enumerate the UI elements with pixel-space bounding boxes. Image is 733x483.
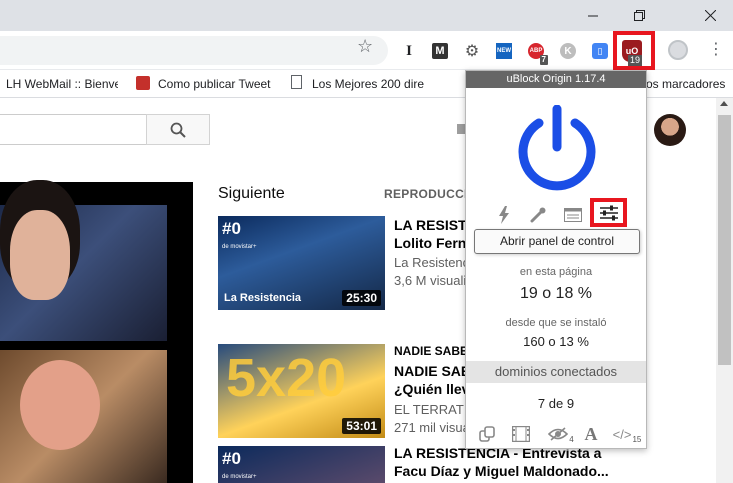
script-code-glyph: </>	[612, 426, 632, 442]
video-title[interactable]: NADIE SABE	[394, 362, 466, 380]
restore-button[interactable]	[616, 0, 662, 31]
dashboard-tooltip: Abrir panel de control	[474, 229, 640, 254]
video-title-line2[interactable]: ¿Quién lleva	[394, 380, 466, 398]
video-channel[interactable]: La Resistenc	[394, 255, 466, 270]
video-duration: 53:01	[342, 418, 381, 434]
chrome-menu-icon[interactable]: ⋮	[708, 41, 724, 59]
bookmark-como-publicar[interactable]: Como publicar Tweet	[158, 77, 274, 91]
this-page-blocked-value: 19 o 18 %	[519, 285, 593, 302]
news-extension-icon[interactable]: NEW	[496, 43, 512, 59]
minimize-icon	[588, 15, 598, 16]
thumb-channel-logo: #0 de movistar+	[222, 219, 257, 251]
thumb-show-tag: La Resistencia	[224, 292, 302, 304]
abp-badge: 7	[539, 55, 548, 65]
sliders-icon	[599, 205, 618, 220]
eyedropper-icon[interactable]	[528, 204, 548, 226]
scrollbar-thumb[interactable]	[718, 115, 731, 365]
lightning-icon[interactable]	[494, 204, 514, 226]
player-person-top	[10, 210, 70, 300]
ublock-popup-title: uBlock Origin 1.17.4	[466, 71, 646, 88]
close-icon	[704, 10, 716, 21]
script-code-icon[interactable]: </> 15	[610, 424, 644, 445]
document-icon	[291, 75, 302, 89]
video-thumbnail[interactable]: #0 de movistar+ La Resistencia 25:30	[218, 216, 385, 310]
since-install-label: desde que se instaló	[505, 317, 607, 329]
bookmark-star-icon[interactable]: ☆	[357, 37, 373, 55]
video-views: 3,6 M visuali	[394, 273, 466, 288]
thumb-channel-logo: #0 de movistar+	[222, 449, 257, 481]
ublock-blocked-count-badge: 19	[628, 55, 643, 66]
power-toggle-icon[interactable]	[512, 105, 602, 195]
youtube-search-button[interactable]	[146, 114, 210, 145]
font-icon[interactable]: A	[580, 424, 602, 444]
restore-icon	[633, 10, 645, 21]
profile-avatar[interactable]	[668, 40, 688, 60]
video-duration: 25:30	[342, 290, 381, 306]
logger-list-icon[interactable]	[562, 204, 584, 226]
autoplay-label: REPRODUCCI	[384, 187, 468, 201]
bookmark-other-bookmarks[interactable]: os marcadores	[646, 77, 726, 91]
address-bar[interactable]	[0, 36, 388, 65]
video-title-line2[interactable]: Lolito Ferná	[394, 234, 466, 252]
video-thumbnail[interactable]: #0 de movistar+	[218, 446, 385, 483]
since-install-blocked-value: 160 o 13 %	[523, 334, 589, 349]
script-count: 15	[632, 435, 642, 444]
m-extension-icon[interactable]: M	[432, 43, 448, 59]
minimize-button[interactable]	[570, 0, 616, 31]
video-views: 271 mil visua	[394, 420, 466, 435]
youtube-account-avatar[interactable]	[654, 114, 686, 146]
cosmetic-eye-icon[interactable]: 4	[546, 424, 576, 444]
search-icon	[170, 122, 186, 138]
close-window-button[interactable]	[687, 0, 733, 31]
media-filmstrip-icon[interactable]	[510, 424, 532, 444]
popup-toggle-icon[interactable]	[476, 424, 498, 444]
ublock-popup: uBlock Origin 1.17.4 Abrir panel de cont…	[465, 70, 647, 449]
video-section-label: NADIE SABE	[394, 344, 466, 358]
bookmark-mejores-200[interactable]: Los Mejores 200 dire	[312, 77, 424, 91]
abp-label: ABP	[529, 48, 543, 54]
cosmetic-count: 4	[569, 435, 574, 444]
dashboard-sliders-button[interactable]	[590, 198, 627, 227]
video-thumbnail[interactable]: 5x20 53:01	[218, 344, 385, 438]
translate-extension-icon[interactable]: ▯	[592, 43, 608, 59]
video-title[interactable]: LA RESISTE	[394, 216, 466, 234]
k-extension-icon[interactable]: K	[560, 43, 576, 59]
text-extension-icon[interactable]: I	[401, 43, 417, 59]
scroll-up-arrow-icon[interactable]	[720, 101, 728, 106]
bookmark-favicon-icon	[136, 76, 150, 90]
video-title-line2[interactable]: Facu Díaz y Miguel Maldonado...	[394, 462, 714, 480]
connected-domains-header: dominios conectados	[466, 361, 646, 383]
bookmark-lh-webmail[interactable]: LH WebMail :: Bienve	[6, 77, 118, 91]
gear-extension-icon[interactable]: ⚙	[464, 43, 480, 60]
connected-domains-value: 7 de 9	[537, 396, 575, 411]
this-page-label: en esta página	[519, 266, 593, 278]
player-person-bottom	[20, 360, 100, 450]
thumb-episode-number: 5x20	[226, 348, 347, 408]
up-next-heading: Siguiente	[218, 185, 285, 202]
abp-extension-icon[interactable]: ABP 7	[528, 43, 548, 65]
video-channel[interactable]: EL TERRAT	[394, 402, 466, 417]
youtube-search-input[interactable]	[0, 114, 147, 145]
